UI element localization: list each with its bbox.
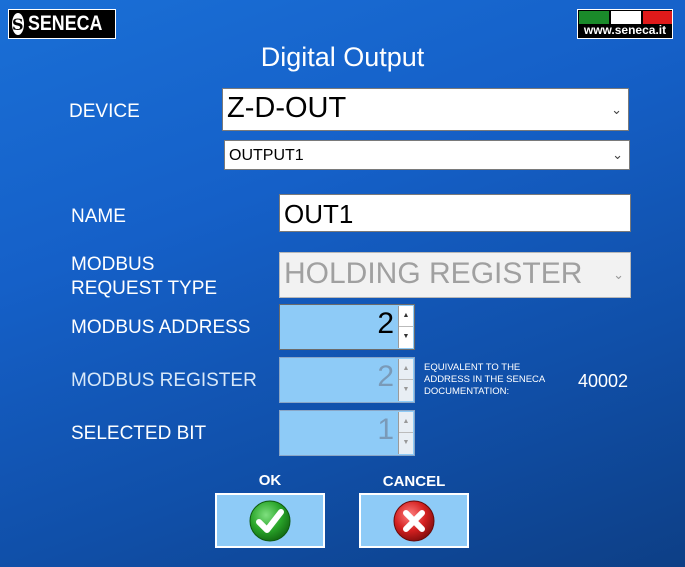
output-select-value: OUTPUT1: [229, 147, 304, 164]
equivalent-note-line2: ADDRESS IN THE SENECA: [424, 374, 546, 385]
spin-down-icon: ▼: [402, 439, 410, 446]
modbus-address-spin-buttons: ▲ ▼: [398, 306, 413, 348]
name-input-value: OUT1: [284, 199, 354, 229]
modbus-address-value: 2: [377, 307, 394, 340]
name-label: NAME: [71, 206, 126, 227]
spin-up-icon: ▲: [399, 359, 413, 380]
chevron-down-icon: ⌄: [612, 147, 623, 162]
equivalent-register-value: 40002: [578, 371, 629, 391]
request-type-label: MODBUS REQUEST TYPE: [71, 253, 217, 301]
request-type-select-value: HOLDING REGISTER: [284, 257, 583, 290]
selected-bit-value: 1: [377, 413, 394, 446]
modbus-register-spin-buttons: ▲ ▼: [398, 359, 413, 401]
ok-label: OK: [258, 472, 282, 489]
website-url: www.seneca.it: [583, 23, 667, 37]
cancel-button[interactable]: [359, 493, 469, 548]
check-circle-icon: [249, 500, 291, 541]
selected-bit-stepper: 1 ▲ ▼: [279, 410, 415, 456]
selected-bit-spin-buttons: ▲ ▼: [398, 412, 413, 454]
seneca-logo-mark: S: [12, 13, 24, 35]
request-type-label-line2: REQUEST TYPE: [71, 278, 218, 299]
equivalent-note: EQUIVALENT TO THE ADDRESS IN THE SENECA …: [424, 362, 545, 398]
modbus-address-label: MODBUS ADDRESS: [71, 317, 251, 338]
device-label: DEVICE: [69, 101, 140, 122]
modbus-register-value: 2: [377, 360, 394, 393]
selected-bit-label: SELECTED BIT: [71, 423, 207, 444]
spin-up-icon: ▲: [399, 412, 413, 433]
modbus-register-label: MODBUS REGISTER: [71, 370, 257, 391]
spin-down-icon: ▼: [402, 386, 410, 393]
request-type-select[interactable]: HOLDING REGISTER ⌄: [279, 252, 631, 298]
chevron-down-icon: ⌄: [613, 267, 624, 282]
page-title: Digital Output: [260, 42, 425, 72]
chevron-down-icon: ⌄: [611, 101, 622, 117]
spin-down-icon[interactable]: ▼: [399, 327, 413, 348]
equivalent-note-line3: DOCUMENTATION:: [424, 386, 510, 397]
modbus-address-stepper[interactable]: 2 ▲ ▼: [279, 304, 415, 350]
seneca-logo-text: SENECA: [27, 12, 102, 35]
name-input[interactable]: OUT1: [279, 194, 631, 232]
modbus-register-stepper: 2 ▲ ▼: [279, 357, 415, 403]
equivalent-note-line1: EQUIVALENT TO THE: [424, 362, 521, 373]
ok-button[interactable]: [215, 493, 325, 548]
cancel-label: CANCEL: [382, 473, 446, 490]
device-select[interactable]: Z-D-OUT ⌄: [222, 88, 629, 131]
request-type-label-line1: MODBUS: [71, 254, 155, 275]
seneca-logo: S SENECA: [8, 9, 116, 39]
digital-output-window: S SENECA www.seneca.it Digital Output DE…: [0, 0, 685, 567]
device-select-value: Z-D-OUT: [227, 92, 347, 124]
spin-up-icon[interactable]: ▲: [399, 306, 413, 327]
x-circle-icon: [393, 500, 435, 541]
output-select[interactable]: OUTPUT1 ⌄: [224, 140, 630, 170]
website-badge: www.seneca.it: [577, 9, 673, 39]
